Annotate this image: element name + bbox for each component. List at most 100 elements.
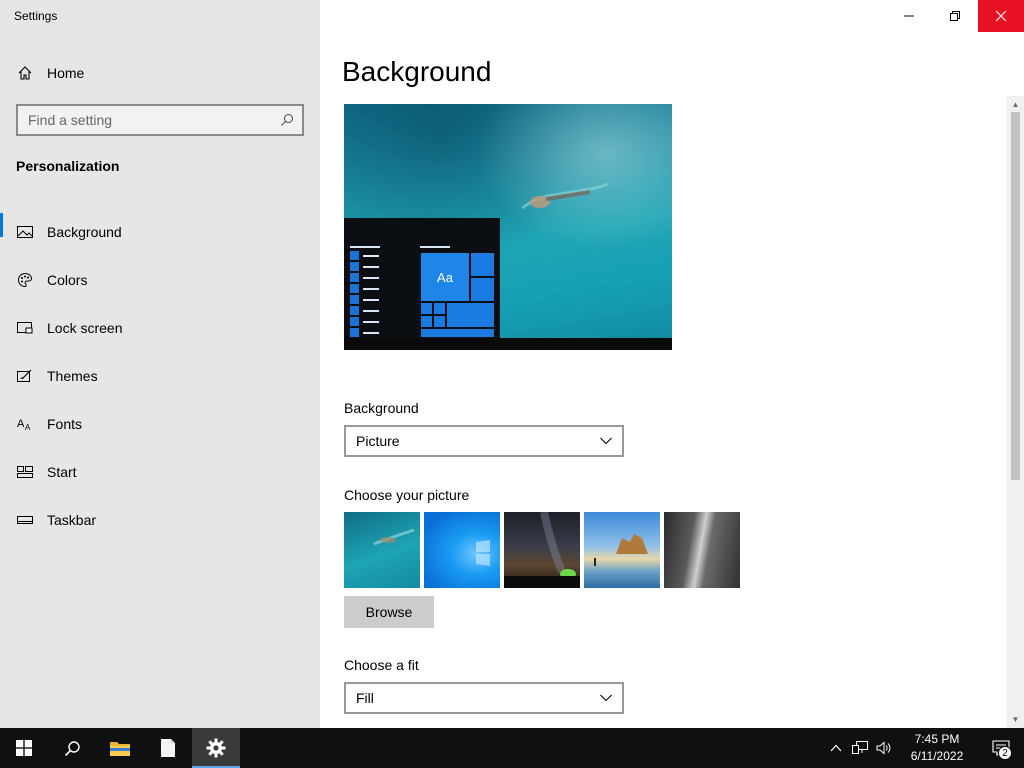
preview-tile: Aa bbox=[420, 252, 470, 302]
preview-line bbox=[350, 246, 380, 248]
svg-text:A: A bbox=[17, 418, 25, 430]
action-center-button[interactable]: 2 bbox=[978, 728, 1024, 768]
preview-tile bbox=[446, 302, 495, 328]
chevron-down-icon bbox=[590, 684, 622, 712]
search-taskbar-button[interactable] bbox=[48, 728, 96, 768]
sidebar-item-fonts[interactable]: AA Fonts bbox=[0, 400, 320, 448]
page-title: Background bbox=[342, 56, 492, 87]
picture-thumbnail-beach[interactable] bbox=[584, 512, 660, 588]
gear-icon bbox=[206, 738, 226, 758]
sidebar-item-label: Lock screen bbox=[47, 320, 123, 336]
minimize-icon bbox=[904, 15, 914, 17]
sidebar-item-label: Colors bbox=[47, 272, 88, 288]
picture-thumbnail-windows[interactable] bbox=[424, 512, 500, 588]
section-title: Personalization bbox=[16, 158, 120, 174]
chevron-up-icon bbox=[830, 744, 842, 752]
volume-button[interactable] bbox=[872, 728, 896, 768]
preview-tile bbox=[420, 328, 495, 338]
palette-icon bbox=[17, 272, 33, 288]
picture-thumbnail-underwater[interactable] bbox=[344, 512, 420, 588]
sidebar-item-themes[interactable]: Themes bbox=[0, 352, 320, 400]
clock-time: 7:45 PM bbox=[914, 732, 960, 746]
preview-line bbox=[420, 246, 450, 248]
background-label: Background bbox=[344, 400, 419, 416]
preview-tile bbox=[470, 277, 495, 302]
picture-thumbnail-waterfall[interactable] bbox=[664, 512, 740, 588]
sidebar-item-label: Themes bbox=[47, 368, 98, 384]
chevron-down-icon bbox=[590, 427, 622, 455]
search-input[interactable] bbox=[28, 112, 272, 128]
sidebar-item-colors[interactable]: Colors bbox=[0, 256, 320, 304]
preview-app-list bbox=[350, 250, 380, 338]
preview-tile bbox=[420, 302, 433, 315]
choose-picture-label: Choose your picture bbox=[344, 487, 470, 503]
search-icon[interactable] bbox=[272, 106, 302, 134]
home-nav-item[interactable]: Home bbox=[0, 56, 320, 90]
fit-dropdown[interactable]: Fill bbox=[344, 682, 624, 714]
network-button[interactable] bbox=[848, 728, 872, 768]
system-tray: 7:45 PM 6/11/2022 2 bbox=[824, 728, 1024, 768]
folder-icon bbox=[110, 742, 130, 756]
start-icon bbox=[17, 464, 33, 480]
preview-tile bbox=[433, 302, 446, 315]
preview-tile bbox=[433, 315, 446, 328]
fonts-icon: AA bbox=[17, 416, 33, 432]
start-button[interactable] bbox=[0, 728, 48, 768]
background-dropdown[interactable]: Picture bbox=[344, 425, 624, 457]
sidebar-item-background[interactable]: Background bbox=[0, 208, 320, 256]
windows-logo-icon bbox=[16, 740, 32, 756]
sidebar-item-label: Taskbar bbox=[47, 512, 97, 528]
preview-tile bbox=[470, 252, 495, 277]
taskbar: 7:45 PM 6/11/2022 2 bbox=[0, 728, 1024, 768]
svg-text:A: A bbox=[25, 423, 31, 431]
clock-date: 6/11/2022 bbox=[910, 749, 964, 763]
choose-fit-label: Choose a fit bbox=[344, 657, 419, 673]
lock-screen-icon bbox=[17, 320, 33, 336]
search-box[interactable] bbox=[16, 104, 304, 136]
sidebar-item-label: Fonts bbox=[47, 416, 83, 432]
preview-taskbar bbox=[344, 338, 672, 350]
sidebar-nav: Background Colors Lock screen Themes AA … bbox=[0, 208, 320, 544]
window-controls bbox=[886, 0, 1024, 32]
show-hidden-icons-button[interactable] bbox=[824, 728, 848, 768]
speaker-icon bbox=[876, 741, 891, 755]
scroll-up-icon[interactable]: ▲ bbox=[1007, 96, 1024, 113]
start-menu-preview: Aa bbox=[344, 218, 500, 338]
vertical-scrollbar[interactable]: ▲ ▼ bbox=[1007, 96, 1024, 728]
restore-icon bbox=[950, 11, 960, 21]
notification-count-badge: 2 bbox=[998, 746, 1012, 760]
scrollbar-thumb[interactable] bbox=[1011, 112, 1020, 480]
minimize-button[interactable] bbox=[886, 0, 932, 32]
settings-taskbar-button[interactable] bbox=[192, 728, 240, 768]
sidebar-item-label: Start bbox=[47, 464, 77, 480]
picture-thumbnail-night-sky[interactable] bbox=[504, 512, 580, 588]
preview-tile bbox=[420, 315, 433, 328]
network-icon bbox=[852, 741, 868, 754]
file-explorer-button[interactable] bbox=[96, 728, 144, 768]
picture-icon bbox=[17, 224, 33, 240]
search-icon bbox=[64, 740, 80, 756]
sidebar-item-lock-screen[interactable]: Lock screen bbox=[0, 304, 320, 352]
background-preview: Aa bbox=[344, 104, 672, 350]
sidebar-item-start[interactable]: Start bbox=[0, 448, 320, 496]
sidebar-item-label: Background bbox=[47, 224, 122, 240]
close-icon bbox=[996, 11, 1006, 21]
sidebar: Settings Home Personalization Background… bbox=[0, 0, 320, 728]
browse-button[interactable]: Browse bbox=[344, 596, 434, 628]
home-icon bbox=[17, 65, 33, 81]
background-dropdown-value: Picture bbox=[356, 433, 400, 449]
notepad-button[interactable] bbox=[144, 728, 192, 768]
main-panel: Background Aa Background Picture Choose … bbox=[320, 0, 1024, 728]
fit-dropdown-value: Fill bbox=[356, 690, 374, 706]
home-label: Home bbox=[47, 65, 85, 81]
close-button[interactable] bbox=[978, 0, 1024, 32]
swimmer-image bbox=[521, 182, 609, 210]
restore-button[interactable] bbox=[932, 0, 978, 32]
scroll-down-icon[interactable]: ▼ bbox=[1007, 711, 1024, 728]
taskbar-icon bbox=[17, 512, 33, 528]
picture-thumbnails bbox=[344, 512, 744, 588]
document-icon bbox=[161, 739, 175, 757]
themes-icon bbox=[17, 368, 33, 384]
sidebar-item-taskbar[interactable]: Taskbar bbox=[0, 496, 320, 544]
clock[interactable]: 7:45 PM 6/11/2022 bbox=[902, 731, 972, 765]
